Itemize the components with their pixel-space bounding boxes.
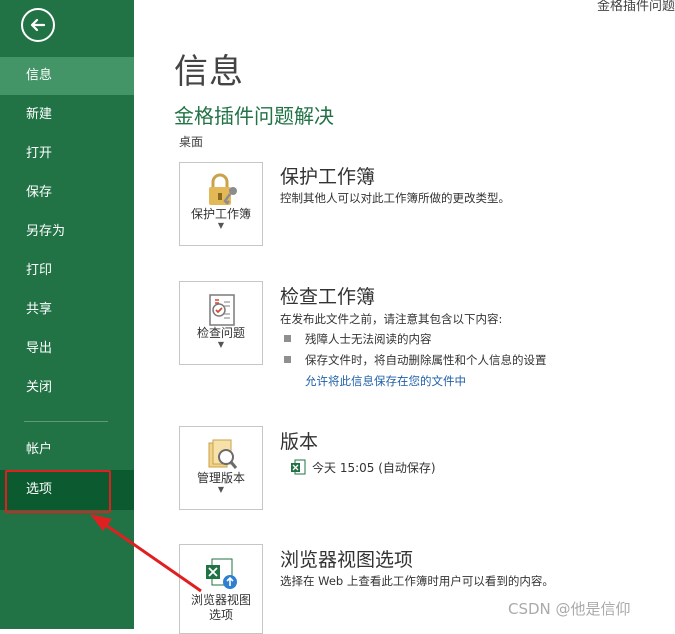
annotation-arrow-icon: [90, 514, 202, 593]
watermark: CSDN @他是信仰: [508, 600, 631, 618]
